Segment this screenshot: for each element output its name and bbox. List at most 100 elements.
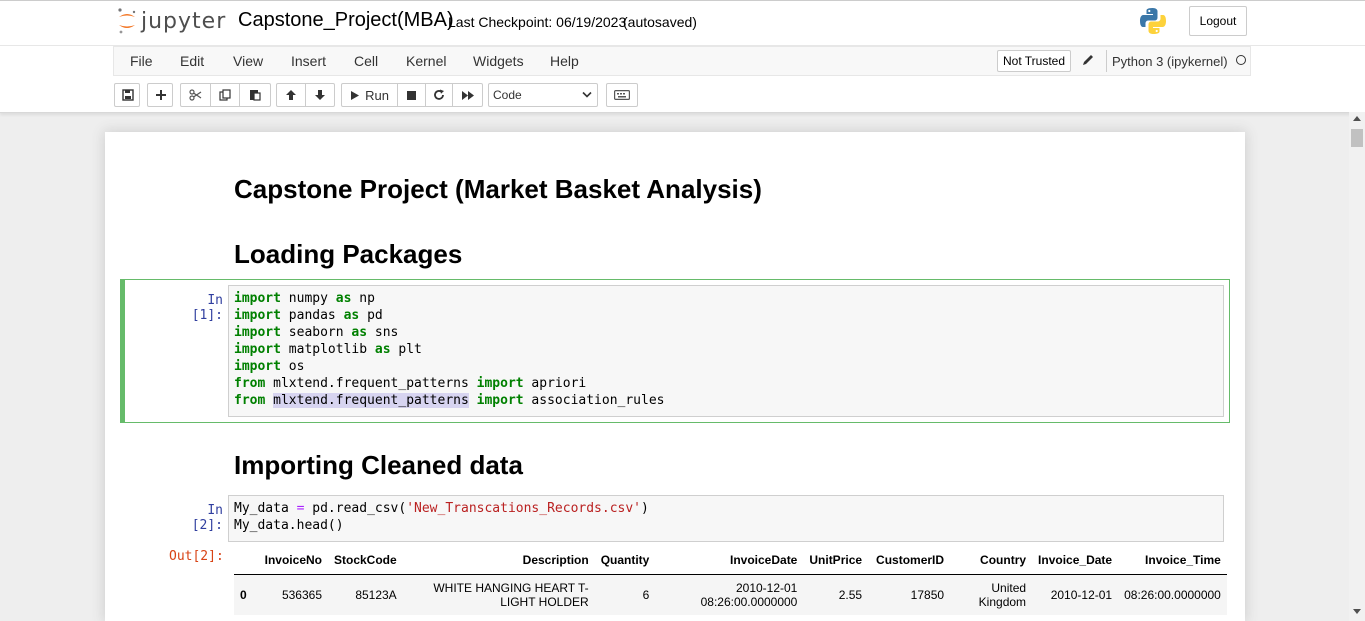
scrollbar-thumb[interactable] (1351, 129, 1363, 147)
heading-loading-packages: Loading Packages (234, 239, 463, 269)
table-header: InvoiceNo (258, 546, 328, 575)
python-logo-icon (1140, 8, 1166, 34)
selected-cell-indicator (120, 279, 125, 423)
autosave-status: (autosaved) (623, 14, 697, 30)
interrupt-kernel-button[interactable] (398, 84, 426, 106)
table-cell: 08:26:00.0000000 (1124, 588, 1221, 602)
code-keyword: from (234, 376, 266, 391)
table-row: 0 536365 85123A WHITE HANGING HEART T- LI… (234, 574, 1227, 616)
code-line: import pandas as pd (234, 307, 1223, 324)
stop-icon (406, 90, 416, 100)
move-cell-up-button[interactable] (277, 84, 306, 106)
code-line: import matplotlib as plt (234, 341, 1223, 358)
vertical-scrollbar[interactable] (1349, 112, 1365, 621)
menubar: File Edit View Insert Cell Kernel Widget… (113, 46, 1251, 76)
run-button[interactable]: Run (342, 84, 399, 106)
not-trusted-button[interactable]: Not Trusted (997, 50, 1072, 72)
dataframe-output-table: InvoiceNo StockCode Description Quantity… (234, 546, 1227, 615)
menu-edit[interactable]: Edit (180, 53, 204, 69)
code-keyword: import (234, 308, 281, 323)
table-header: Description (402, 546, 595, 575)
jupyter-logo-icon (118, 8, 136, 34)
command-palette-button[interactable] (607, 84, 637, 106)
save-button[interactable] (115, 84, 141, 106)
code-line: My_data = pd.read_csv('New_Transcations_… (234, 500, 1223, 517)
code-text: association_rules (523, 393, 665, 408)
code-text: pd (359, 308, 383, 323)
copy-icon (219, 89, 231, 101)
table-cell: 6 (642, 588, 650, 602)
menu-insert[interactable]: Insert (291, 53, 326, 69)
pencil-icon[interactable] (1081, 53, 1095, 67)
keyboard-icon (614, 90, 630, 100)
code-text: apriori (523, 376, 587, 391)
table-cell-line: Kingdom (978, 595, 1027, 609)
chevron-down-icon (582, 91, 592, 98)
paste-icon (250, 90, 261, 101)
code-line: from mlxtend.frequent_patterns import ap… (234, 375, 1223, 392)
restart-run-all-button[interactable] (453, 84, 482, 106)
move-cell-down-button[interactable] (306, 84, 334, 106)
notebook-page: Capstone Project (Market Basket Analysis… (105, 132, 1245, 621)
menu-widgets[interactable]: Widgets (473, 53, 524, 69)
fast-forward-icon (461, 90, 474, 100)
code-line: import numpy as np (234, 290, 1223, 307)
code-keyword: import (234, 291, 281, 306)
table-cell: 17850 (910, 588, 945, 602)
table-cell: United Kingdom (950, 575, 1032, 616)
menu-file[interactable]: File (130, 53, 153, 69)
table-header-row: InvoiceNo StockCode Description Quantity… (234, 546, 1227, 575)
insert-cell-below-button[interactable] (148, 84, 174, 106)
input-prompt-1: In [1]: (191, 293, 223, 323)
code-keyword: as (374, 342, 391, 357)
code-selection: mlxtend.frequent_patterns (273, 393, 469, 408)
paste-button[interactable] (240, 84, 270, 106)
cell-type-select[interactable]: Code (488, 83, 598, 107)
logout-button[interactable]: Logout (1189, 6, 1247, 36)
menu-kernel[interactable]: Kernel (406, 53, 446, 69)
code-string: 'New_Transcations_Records.csv' (406, 501, 642, 516)
notebook-title[interactable]: Capstone_Project(MBA) (238, 9, 454, 32)
cell-type-value: Code (493, 88, 522, 102)
run-label: Run (365, 87, 390, 103)
scroll-down-arrow-icon[interactable] (1353, 609, 1361, 615)
copy-button[interactable] (211, 84, 241, 106)
table-cell-line: LIGHT HOLDER (500, 595, 589, 609)
heading-market-basket: Capstone Project (Market Basket Analysis… (234, 174, 762, 204)
table-cell: 2010-12-01 (1050, 588, 1113, 602)
code-editor-cell-2[interactable]: My_data = pd.read_csv('New_Transcations_… (228, 495, 1224, 542)
code-keyword: as (351, 325, 368, 340)
table-cell-index: 0 (240, 588, 247, 602)
input-prompt-2: In [2]: (191, 503, 223, 533)
code-keyword: as (343, 308, 360, 323)
table-header: StockCode (328, 546, 403, 575)
code-line: import os (234, 358, 1223, 375)
code-editor-cell-1[interactable]: import numpy as np import pandas as pd imp… (228, 285, 1224, 417)
toolbar-group-save (114, 83, 140, 107)
table-cell-line: WHITE HANGING HEART T- (433, 581, 589, 595)
menu-view[interactable]: View (233, 53, 263, 69)
scissors-icon (189, 89, 202, 101)
table-header: Invoice_Time (1118, 546, 1227, 575)
table-cell-line: 08:26:00.0000000 (700, 595, 798, 609)
last-checkpoint: Last Checkpoint: 06/19/2023 (448, 14, 627, 30)
menu-help[interactable]: Help (550, 53, 579, 69)
code-keyword: import (234, 359, 281, 374)
menu-cell[interactable]: Cell (354, 53, 378, 69)
code-text: My_data (234, 501, 297, 516)
restart-kernel-button[interactable] (426, 84, 454, 106)
table-cell: 2010-12-01 08:26:00.0000000 (655, 575, 803, 616)
save-icon (122, 89, 134, 101)
jupyter-logo[interactable]: jupyter (117, 6, 226, 36)
code-keyword: import (476, 393, 524, 408)
kernel-name[interactable]: Python 3 (ipykernel) (1112, 54, 1228, 69)
scroll-up-arrow-icon[interactable] (1353, 115, 1361, 121)
code-text: numpy (280, 291, 336, 306)
play-icon (351, 90, 360, 100)
code-text: mlxtend.frequent_patterns (265, 376, 477, 391)
code-text: matplotlib (280, 342, 375, 357)
table-header: CustomerID (868, 546, 951, 575)
notebook-header: jupyter Capstone_Project(MBA) Last Check… (0, 0, 1365, 113)
cut-button[interactable] (181, 84, 211, 106)
